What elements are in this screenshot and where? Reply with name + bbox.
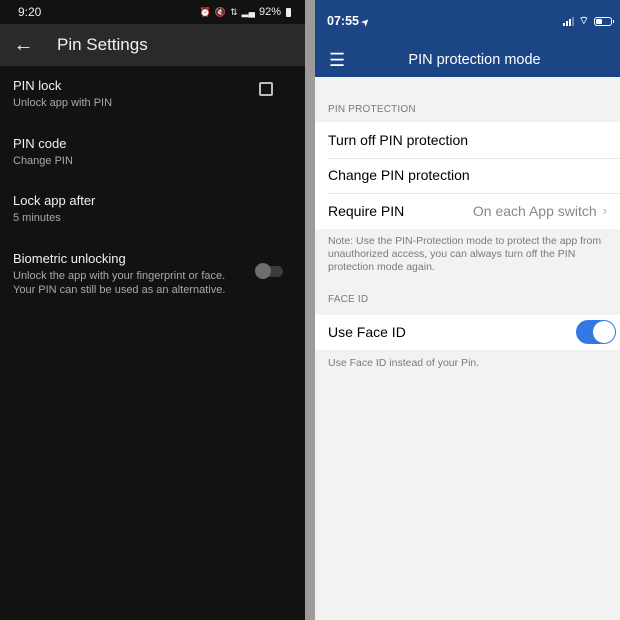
pin-protection-note: Note: Use the PIN-Protection mode to pro… [328,234,602,273]
status-time: 9:20 [18,5,42,19]
signal-icon: ▂▄ [241,6,255,17]
setting-title: Biometric unlocking [13,250,126,266]
face-id-footer: Use Face ID instead of your Pin. [328,357,480,369]
face-id-group: Use Face ID [315,314,620,351]
page-title: Pin Settings [57,35,148,54]
require-pin-value: On each App switch › [473,203,607,219]
setting-lock-app-after[interactable]: Lock app after 5 minutes [0,193,305,251]
battery-icon [286,7,291,17]
row-value: On each App switch [472,202,597,219]
network-4g-icon: ⇅ [230,6,238,17]
nav-bar: ☰ PIN protection mode [315,42,620,77]
setting-title: Lock app after [13,193,96,208]
row-label: Require PIN [328,202,405,219]
setting-pin-lock[interactable]: PIN lock Unlock app with PIN [0,78,305,136]
battery-icon [594,16,614,26]
row-label: Use Face ID [328,324,406,341]
android-screen: 9:20 ⏰ 🔇 ⇅ ▂▄ 92% ← Pin Settings PIN loc… [0,0,305,620]
signal-icon [562,16,574,26]
toggle-knob [593,321,615,344]
app-bar: ← Pin Settings [0,24,305,66]
mute-icon: 🔇 [214,6,227,17]
section-header-face-id: FACE ID [328,293,369,305]
row-label: Change PIN protection [328,167,470,184]
setting-subtitle: Unlock the app with your fingerprint or … [13,269,292,297]
subtitle-line-1: Unlock the app with your fingerprint or … [13,269,226,282]
ios-status-bar: 07:55 ➤ ⌔ [315,0,620,42]
setting-subtitle: 5 minutes [13,212,61,224]
status-time: 07:55 ➤ [327,14,373,29]
setting-biometric-unlocking[interactable]: Biometric unlocking Unlock the app with … [0,251,305,311]
setting-subtitle: Unlock app with PIN [13,97,113,109]
ios-screen: 07:55 ➤ ⌔ ☰ PIN protection mode PIN PROT… [315,0,620,620]
chevron-right-icon: › [602,203,607,219]
back-arrow-icon[interactable]: ← [0,34,45,57]
settings-list: PIN lock Unlock app with PIN PIN code Ch… [0,66,305,311]
setting-title: PIN code [13,135,67,151]
change-pin-protection-row[interactable]: Change PIN protection [315,157,620,194]
status-icons: ⏰ 🔇 ⇅ ▂▄ 92% [200,6,291,18]
face-id-toggle[interactable] [576,320,616,345]
page-title: PIN protection mode [408,51,541,68]
status-icons: ⌔ [562,14,614,28]
android-status-bar: 9:20 ⏰ 🔇 ⇅ ▂▄ 92% [0,0,305,24]
use-face-id-row: Use Face ID [315,315,620,351]
ios-header: 07:55 ➤ ⌔ ☰ PIN protection mode [315,0,620,77]
setting-subtitle: Change PIN [13,154,73,167]
pin-protection-group: Turn off PIN protection Change PIN prote… [315,122,620,229]
require-pin-row[interactable]: Require PIN On each App switch › [315,193,620,229]
switch-knob [255,262,271,279]
subtitle-line-2: Your PIN can still be used as an alterna… [13,283,226,296]
biometric-switch[interactable] [255,262,283,279]
row-label: Turn off PIN protection [328,131,469,148]
alarm-icon: ⏰ [199,6,211,17]
section-header-pin-protection: PIN PROTECTION [328,104,416,115]
wifi-icon: ⌔ [578,15,589,27]
turn-off-pin-protection-row[interactable]: Turn off PIN protection [315,122,620,158]
setting-pin-code[interactable]: PIN code Change PIN [0,136,305,194]
location-icon: ➤ [359,15,373,29]
setting-title: PIN lock [13,78,62,93]
battery-percent: 92% [258,6,281,18]
pin-lock-checkbox[interactable] [259,82,273,96]
hamburger-menu-icon[interactable]: ☰ [315,51,360,69]
